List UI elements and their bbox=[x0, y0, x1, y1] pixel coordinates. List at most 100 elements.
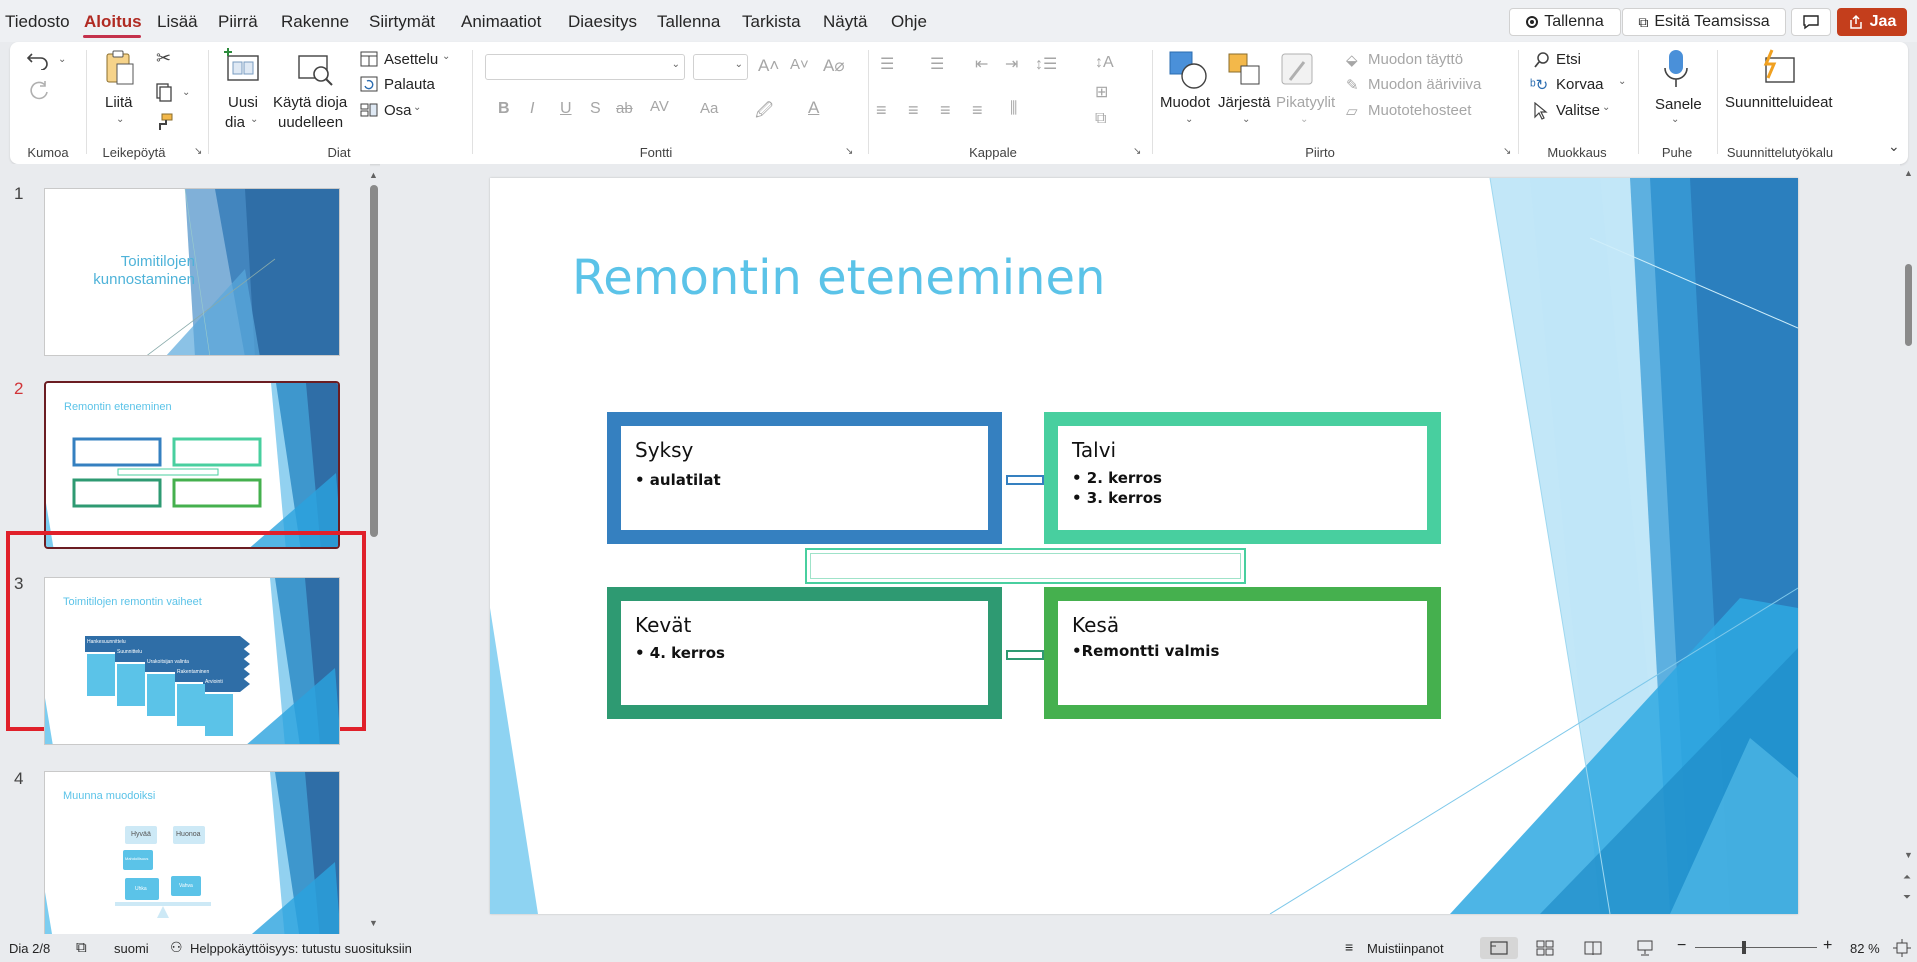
scroll-down-icon[interactable]: ▼ bbox=[1904, 850, 1913, 860]
undo-dropdown-icon[interactable]: ⌄ bbox=[58, 54, 66, 65]
slideshow-icon[interactable] bbox=[1636, 939, 1654, 957]
tab-review[interactable]: Tarkista bbox=[742, 12, 801, 32]
char-spacing-button[interactable]: AV bbox=[650, 98, 669, 115]
find-button[interactable]: Etsi bbox=[1556, 51, 1581, 68]
previous-slide-icon[interactable]: ⏶ bbox=[1903, 872, 1911, 883]
reset-icon[interactable] bbox=[360, 76, 378, 92]
grow-font-icon[interactable]: A˄ bbox=[758, 56, 779, 76]
box-summer[interactable]: Kesä •Remontti valmis bbox=[1044, 587, 1441, 719]
arrange-dropdown-icon[interactable]: ⌄ bbox=[1242, 114, 1250, 125]
clipboard-launcher-icon[interactable]: ↘ bbox=[194, 146, 202, 157]
find-icon[interactable] bbox=[1533, 51, 1551, 69]
box-autumn[interactable]: Syksy • aulatilat bbox=[607, 412, 1002, 544]
spell-check-icon[interactable]: ⧉ bbox=[76, 939, 87, 956]
shape-outline-icon[interactable]: ✎ bbox=[1346, 76, 1359, 94]
replace-dropdown-icon[interactable]: ⌄ bbox=[1618, 76, 1626, 87]
language-indicator[interactable]: suomi bbox=[114, 941, 149, 956]
thumbnail-slide-1[interactable]: Toimitilojen kunnostaminen bbox=[44, 188, 340, 356]
tab-transitions[interactable]: Siirtymät bbox=[369, 12, 435, 32]
notes-button[interactable]: Muistiinpanot bbox=[1367, 941, 1444, 956]
zoom-level[interactable]: 82 % bbox=[1850, 941, 1880, 956]
clear-format-icon[interactable]: A⌀ bbox=[823, 56, 845, 76]
drawing-launcher-icon[interactable]: ↘ bbox=[1503, 146, 1511, 157]
replace-icon[interactable]: ᵇ↻ bbox=[1530, 76, 1548, 94]
new-slide-dropdown-icon[interactable]: ⌄ bbox=[250, 114, 258, 125]
numbering-icon[interactable]: ☰ bbox=[930, 54, 944, 74]
reuse-slides-button-line2[interactable]: uudelleen bbox=[278, 114, 343, 131]
decrease-indent-icon[interactable]: ⇤ bbox=[975, 54, 988, 74]
justify-icon[interactable]: ≡ bbox=[972, 100, 983, 121]
section-button[interactable]: Osa bbox=[384, 102, 412, 119]
font-launcher-icon[interactable]: ↘ bbox=[845, 146, 853, 157]
section-icon[interactable] bbox=[360, 102, 378, 118]
align-center-icon[interactable]: ≡ bbox=[908, 100, 919, 121]
tab-home[interactable]: Aloitus bbox=[84, 12, 142, 32]
reset-button[interactable]: Palauta bbox=[384, 76, 435, 93]
replace-button[interactable]: Korvaa bbox=[1556, 76, 1604, 93]
strikethrough-button[interactable]: ab bbox=[616, 100, 633, 117]
layout-button[interactable]: Asettelu bbox=[384, 51, 438, 68]
canvas-scrollbar-thumb[interactable] bbox=[1905, 264, 1912, 346]
italic-button[interactable]: I bbox=[530, 100, 534, 118]
new-slide-button[interactable]: Uusi bbox=[228, 94, 258, 111]
slide-canvas[interactable]: Remontin eteneminen Syksy • aulatilat Ta… bbox=[490, 178, 1798, 914]
shape-outline-button[interactable]: Muodon ääriviiva bbox=[1368, 76, 1481, 93]
canvas-scrollbar[interactable]: ▲ ▼ ⏶ ⏷ bbox=[1900, 164, 1917, 934]
accessibility-icon[interactable]: ⚇ bbox=[170, 939, 183, 956]
tab-file[interactable]: Tiedosto bbox=[5, 12, 70, 32]
shrink-font-icon[interactable]: A˅ bbox=[790, 56, 809, 73]
quick-styles-icon[interactable] bbox=[1278, 50, 1318, 90]
zoom-slider-thumb[interactable] bbox=[1742, 941, 1746, 954]
shadow-button[interactable]: S bbox=[590, 100, 601, 118]
paste-button[interactable]: Liitä bbox=[105, 94, 133, 111]
scrollbar-thumb[interactable] bbox=[370, 185, 378, 537]
paste-dropdown-icon[interactable]: ⌄ bbox=[116, 114, 124, 125]
bold-button[interactable]: B bbox=[498, 100, 510, 118]
undo-icon[interactable] bbox=[26, 50, 50, 70]
thumbnail-slide-3[interactable]: Toimitilojen remontin vaiheet Hankesuunn… bbox=[44, 577, 340, 745]
arrange-icon[interactable] bbox=[1225, 50, 1265, 90]
box-spring[interactable]: Kevät • 4. kerros bbox=[607, 587, 1002, 719]
select-dropdown-icon[interactable]: ⌄ bbox=[1602, 102, 1610, 113]
thumbnail-slide-4[interactable]: Muunna muodoiksi Hyvää Huonoa Mahdollisu… bbox=[44, 771, 340, 939]
box-winter[interactable]: Talvi • 2. kerros • 3. kerros bbox=[1044, 412, 1441, 544]
tab-insert[interactable]: Lisää bbox=[157, 12, 198, 32]
normal-view-button[interactable] bbox=[1480, 937, 1518, 959]
align-text-icon[interactable]: ⊞ bbox=[1095, 82, 1108, 102]
scroll-up-icon[interactable]: ▲ bbox=[1904, 168, 1913, 178]
arrange-button[interactable]: Järjestä bbox=[1218, 94, 1271, 111]
font-color-icon[interactable]: A bbox=[808, 98, 819, 118]
font-name-box[interactable]: ⌄ bbox=[485, 54, 685, 80]
shape-effects-button[interactable]: Muototehosteet bbox=[1368, 102, 1471, 119]
align-right-icon[interactable]: ≡ bbox=[940, 100, 951, 121]
slide-title[interactable]: Remontin eteneminen bbox=[572, 250, 1105, 306]
tab-help[interactable]: Ohje bbox=[891, 12, 927, 32]
align-left-icon[interactable]: ≡ bbox=[876, 100, 887, 121]
tab-design[interactable]: Rakenne bbox=[281, 12, 349, 32]
quick-styles-button[interactable]: Pikatyylit bbox=[1276, 94, 1335, 111]
collapse-ribbon-icon[interactable]: ⌄ bbox=[1888, 138, 1900, 155]
dictate-button[interactable]: Sanele bbox=[1655, 96, 1702, 113]
line-spacing-icon[interactable]: ↕☰ bbox=[1035, 54, 1057, 74]
increase-indent-icon[interactable]: ⇥ bbox=[1005, 54, 1018, 74]
format-painter-icon[interactable] bbox=[154, 112, 174, 132]
shapes-icon[interactable] bbox=[1168, 50, 1208, 90]
thumbnails-scrollbar[interactable]: ▲ ▼ bbox=[369, 170, 379, 930]
highlight-icon[interactable]: 🖉 bbox=[755, 98, 773, 127]
dictate-dropdown-icon[interactable]: ⌄ bbox=[1671, 114, 1679, 125]
fit-to-window-icon[interactable] bbox=[1893, 939, 1911, 957]
tab-view[interactable]: Näytä bbox=[823, 12, 867, 32]
zoom-out-icon[interactable]: − bbox=[1677, 937, 1686, 955]
shape-fill-button[interactable]: Muodon täyttö bbox=[1368, 51, 1463, 68]
tab-slideshow[interactable]: Diaesitys bbox=[568, 12, 637, 32]
copy-dropdown-icon[interactable]: ⌄ bbox=[182, 87, 190, 98]
redo-icon[interactable] bbox=[28, 80, 50, 102]
paste-icon[interactable] bbox=[103, 48, 137, 88]
shapes-button[interactable]: Muodot bbox=[1160, 94, 1210, 111]
zoom-slider[interactable] bbox=[1695, 947, 1817, 948]
scroll-up-icon[interactable]: ▲ bbox=[369, 170, 378, 180]
smartart-icon[interactable]: ⧉ bbox=[1095, 110, 1106, 128]
new-slide-button-line2[interactable]: dia bbox=[225, 114, 245, 131]
tab-animations[interactable]: Animaatiot bbox=[461, 12, 541, 32]
copy-icon[interactable] bbox=[154, 82, 174, 102]
